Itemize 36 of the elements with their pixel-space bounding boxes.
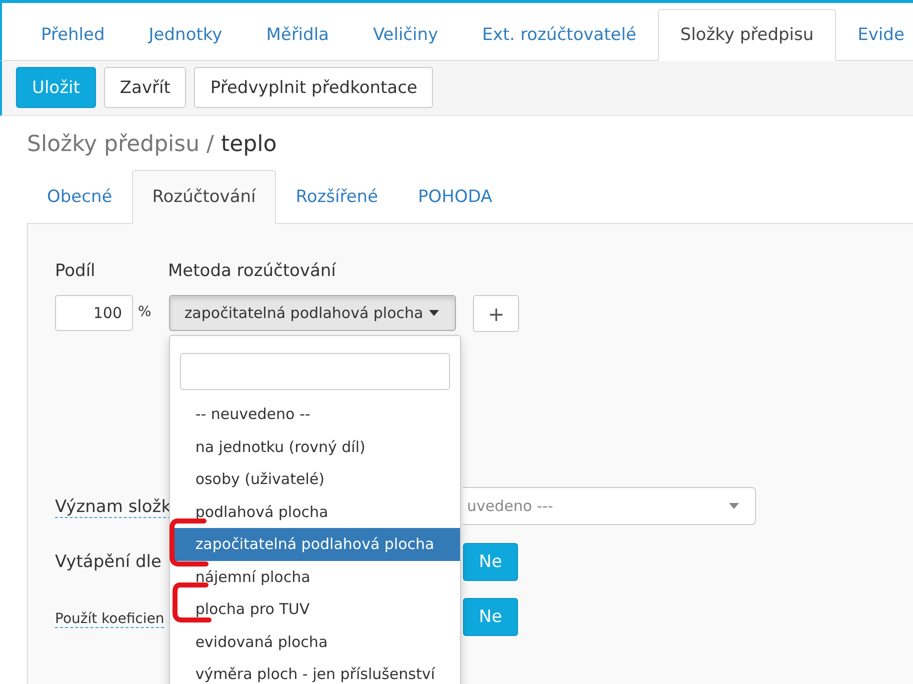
add-button[interactable]: + xyxy=(473,295,520,332)
unit-label: % xyxy=(138,304,152,320)
nav-tab[interactable]: Měřidla xyxy=(244,9,351,61)
field-label: Význam složk xyxy=(55,497,172,518)
select-field[interactable]: uvedeno --- xyxy=(463,487,756,525)
section-tab[interactable]: Rozúčtování xyxy=(132,170,276,224)
section-tab[interactable]: Rozšířené xyxy=(276,170,398,224)
search-field[interactable] xyxy=(180,353,450,390)
page-heading: Složky předpisu / teplo xyxy=(27,132,278,157)
nav-tab[interactable]: Přehled xyxy=(19,9,127,61)
caret-icon xyxy=(729,503,739,509)
select-placeholder: uvedeno --- xyxy=(467,497,554,515)
nav-tab[interactable]: Jednotky xyxy=(126,9,244,61)
dropdown-option[interactable]: osoby (uživatelé) xyxy=(170,463,460,496)
toolbar-button[interactable]: Předvyplnit předkontace xyxy=(194,67,434,108)
toolbar-button[interactable]: Zavřít xyxy=(104,67,186,108)
share-input[interactable]: 100 xyxy=(55,295,133,331)
field-label: Metoda rozúčtování xyxy=(168,261,336,281)
dropdown-option[interactable]: na jednotku (rovný díl) xyxy=(170,430,460,463)
dropdown-option[interactable]: podlahová plocha xyxy=(170,496,460,528)
nav-tab[interactable]: Ext. rozúčtovatelé xyxy=(460,9,658,61)
dropdown-option[interactable]: -- neuvedeno -- xyxy=(170,398,460,430)
nav-tab[interactable]: Složky předpisu xyxy=(658,9,836,61)
field-label: Podíl xyxy=(55,261,96,281)
dropdown-option[interactable]: nájemní plocha xyxy=(170,560,460,593)
dropdown-option[interactable]: výměra ploch - jen příslušenství xyxy=(170,658,460,684)
section-tab[interactable]: Obecné xyxy=(27,170,132,224)
caret-icon xyxy=(429,310,440,316)
dropdown-option[interactable]: plocha pro TUV xyxy=(170,593,460,626)
section-tab[interactable]: POHODA xyxy=(398,170,512,224)
field-label: Použít koeficien xyxy=(55,610,164,628)
method-dropdown[interactable]: započitatelná podlahová plocha xyxy=(169,295,456,331)
field-label: Vytápění dle xyxy=(55,552,162,572)
nav-tab[interactable]: Veličiny xyxy=(350,9,460,61)
nav-tab[interactable]: Evide xyxy=(836,9,913,61)
dropdown-option[interactable]: evidovaná plocha xyxy=(170,626,460,658)
